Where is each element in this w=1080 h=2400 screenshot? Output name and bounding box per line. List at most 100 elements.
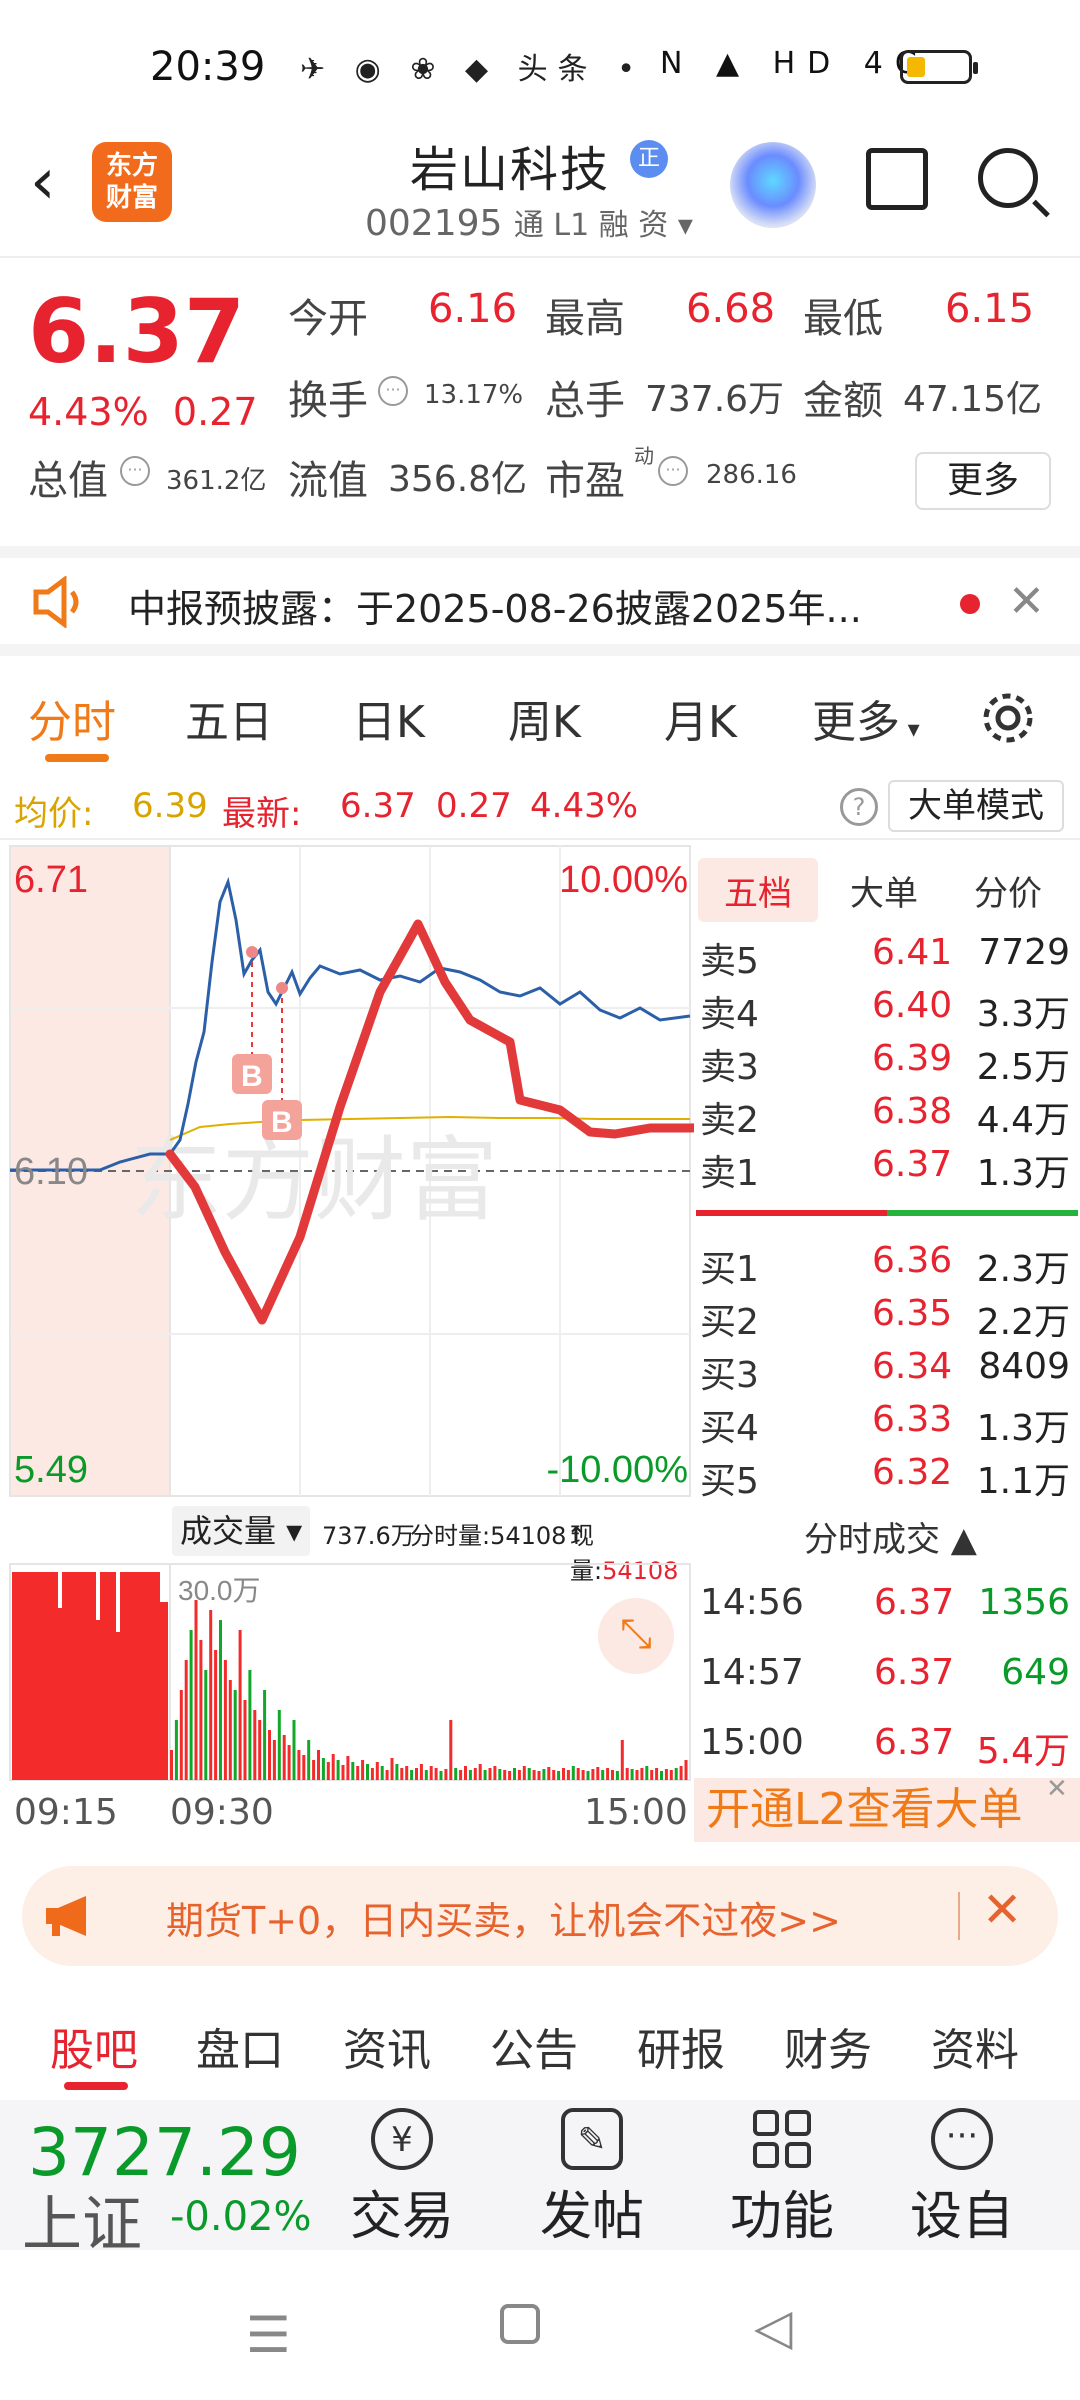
back-icon[interactable]: ‹ (30, 150, 56, 214)
more-button[interactable]: 更多 (915, 452, 1051, 510)
buy-volume: 1.1万 (976, 1461, 1070, 1502)
volume-bar (522, 1766, 526, 1780)
tab-big-orders[interactable]: 大单 (850, 866, 918, 915)
pe-info-icon[interactable]: ··· (658, 456, 688, 486)
expand-icon[interactable]: ⤡ (598, 1598, 674, 1674)
tab-monthly-k[interactable]: 月K (664, 686, 737, 750)
volume-bar (380, 1766, 384, 1780)
latest-pct: 4.43% (530, 786, 639, 826)
volume-bar (498, 1769, 502, 1780)
open-label: 今开 (288, 296, 368, 342)
tab-forum[interactable]: 股吧 (50, 2014, 138, 2078)
close-icon[interactable]: ✕ (982, 1882, 1022, 1938)
back-nav-icon[interactable]: ◁ (754, 2298, 792, 2356)
big-order-mode-button[interactable]: 大单模式 (888, 780, 1064, 832)
volume-chart[interactable]: 30.0万 ⤡ (0, 1562, 694, 1782)
volume-bar (586, 1771, 590, 1780)
volume-bar (566, 1770, 570, 1780)
settings-gear-icon[interactable] (978, 688, 1038, 748)
tab-finance[interactable]: 财务 (784, 2014, 872, 2078)
volume-bar (307, 1740, 311, 1780)
search-icon[interactable] (978, 148, 1038, 208)
status-time: 20:39 (150, 44, 266, 90)
tab-profile[interactable]: 资料 (931, 2014, 1019, 2078)
volume-bar (243, 1700, 247, 1780)
bottom-toolbar: 3727.29 上证 -0.02% ¥ 交易 ✎ 发帖 功能 ··· 设自 (0, 2100, 1080, 2250)
logo-text-2: 财富 (105, 183, 158, 213)
tab-weekly-k[interactable]: 周K (508, 686, 581, 750)
time-axis: 09:15 09:30 15:00 (0, 1782, 694, 1842)
sell-volume: 3.3万 (976, 994, 1070, 1035)
volume-bar (468, 1770, 472, 1780)
volume-header: 成交量 ▾ 737.6万 分时量:54108↑ 现量:54108 (0, 1502, 694, 1585)
tab-five-levels[interactable]: 五档 (724, 866, 792, 915)
futures-promo-banner[interactable]: 期货T+0，日内买卖，让机会不过夜>> ✕ (22, 1866, 1058, 1966)
volume-bar (223, 1660, 227, 1780)
tab-research[interactable]: 研报 (637, 2014, 725, 2078)
buy-label: 买3 (700, 1355, 759, 1396)
volume-bar (287, 1745, 291, 1780)
pe-dynamic-mark: 动 (634, 444, 654, 468)
volume-bar (655, 1768, 659, 1780)
volume-bar (282, 1735, 286, 1780)
tab-announcements[interactable]: 公告 (490, 2014, 578, 2078)
assistant-robot-icon[interactable] (730, 142, 816, 228)
notice-bar[interactable]: 中报预披露：于2025-08-26披露2025年... ✕ (0, 546, 1080, 656)
mktcap-value: 361.2亿 (166, 466, 267, 496)
pe-label: 市盈 (545, 458, 625, 504)
tab-news[interactable]: 资讯 (343, 2014, 431, 2078)
tab-five-day[interactable]: 五日 (185, 686, 273, 750)
volume-bar (424, 1770, 428, 1780)
volume-bar (370, 1768, 374, 1780)
help-icon[interactable]: ? (840, 788, 878, 826)
l2-upgrade-banner[interactable]: 开通L2查看大单 (694, 1778, 1080, 1842)
volume-bar (429, 1766, 433, 1780)
volume-bar (557, 1771, 561, 1780)
unread-dot (960, 594, 980, 614)
volume-bar (336, 1760, 340, 1780)
volume-bar (390, 1758, 394, 1780)
nav-watchlist[interactable]: ··· 设自 (902, 2108, 1022, 2249)
volume-bar (679, 1766, 683, 1780)
tab-intraday[interactable]: 分时 (28, 686, 116, 750)
nav-trade[interactable]: ¥ 交易 (342, 2108, 462, 2249)
tab-price-dist[interactable]: 分价 (974, 866, 1042, 915)
nav-functions[interactable]: 功能 (722, 2108, 842, 2249)
tick-volume: 649 (1001, 1652, 1070, 1693)
volume-selector[interactable]: 成交量 ▾ (172, 1506, 311, 1556)
tick-price: 6.37 (874, 1722, 955, 1763)
buy-row: 买4 6.33 1.3万 (694, 1399, 1080, 1451)
promo-divider (958, 1892, 960, 1940)
volume-bar (640, 1768, 644, 1780)
logo-text-1: 东方 (105, 151, 158, 181)
pre-market-volume-block (12, 1572, 168, 1780)
turnover-info-icon[interactable]: ··· (378, 376, 408, 406)
mktcap-label: 总值 (28, 458, 108, 504)
share-icon[interactable] (866, 148, 928, 210)
volume-bar (214, 1650, 218, 1780)
home-icon[interactable] (500, 2304, 540, 2344)
y-axis-mid: 6.10 (14, 1151, 88, 1193)
close-icon[interactable]: ✕ (1046, 1774, 1068, 1804)
menu-icon[interactable]: ☰ (246, 2306, 291, 2364)
intraday-chart[interactable]: 东方财富 B B 6.71 6.10 5.49 10.00% -10.00% (0, 842, 694, 1502)
volume-bar (576, 1768, 580, 1780)
latest-change: 0.27 (436, 786, 512, 826)
volume-bar (464, 1766, 467, 1780)
yen-icon: ¥ (371, 2108, 433, 2170)
volume-bar (204, 1670, 208, 1780)
pct-axis-bottom: -10.00% (546, 1449, 688, 1491)
close-icon[interactable]: ✕ (1008, 576, 1045, 627)
nav-post[interactable]: ✎ 发帖 (532, 2108, 652, 2249)
tab-daily-k[interactable]: 日K (352, 686, 425, 750)
tick-trades-title[interactable]: 分时成交 ▲ (804, 1512, 977, 1561)
buy-price: 6.36 (872, 1240, 953, 1281)
stock-code-tags[interactable]: 通 L1 融 资 ▾ (514, 208, 693, 243)
mktcap-info-icon[interactable]: ··· (120, 456, 150, 486)
volume-bar (620, 1740, 624, 1780)
edit-icon: ✎ (561, 2108, 623, 2170)
tab-more[interactable]: 更多 ▾ (812, 686, 920, 750)
volume-bar (684, 1760, 688, 1780)
tab-handicap[interactable]: 盘口 (196, 2014, 284, 2078)
volume-bar (444, 1769, 448, 1780)
